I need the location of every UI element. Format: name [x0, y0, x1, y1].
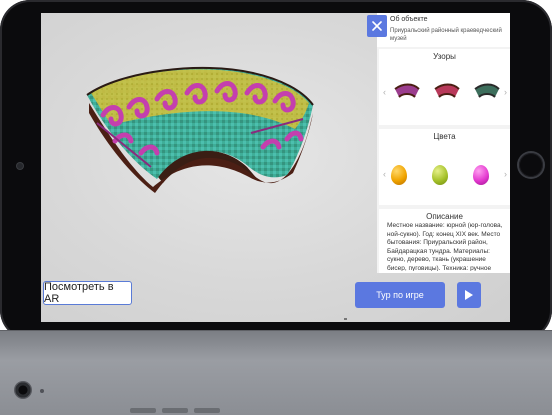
panel-header: Об объекте Приуральский районный краевед…	[377, 13, 510, 47]
chevron-right-icon[interactable]: ›	[504, 169, 507, 179]
side-button	[162, 408, 188, 413]
colors-title: Цвета	[433, 132, 456, 141]
museum-name: Приуральский районный краеведческий музе…	[390, 28, 502, 42]
chevron-left-icon[interactable]: ‹	[383, 169, 386, 179]
chevron-right-icon[interactable]: ›	[504, 87, 507, 97]
object-info-panel: Об объекте Приуральский районный краевед…	[367, 13, 510, 273]
view-in-ar-button[interactable]: Посмотреть в AR	[43, 281, 132, 305]
colors-section: Цвета ‹ ›	[379, 129, 510, 205]
about-object-title: Об объекте	[390, 16, 428, 23]
play-button[interactable]	[457, 282, 481, 308]
chevron-left-icon[interactable]: ‹	[383, 87, 386, 97]
model-viewer[interactable]: Посмотреть в AR	[41, 13, 377, 322]
description-title: Описание	[426, 212, 463, 221]
scroll-indicator	[344, 318, 347, 320]
game-tour-button[interactable]: Тур по игре	[355, 282, 445, 308]
magenta-egg-icon[interactable]	[473, 165, 489, 185]
orange-egg-icon[interactable]	[391, 165, 407, 185]
side-button	[194, 408, 220, 413]
rear-camera-icon	[14, 381, 32, 399]
rear-flash-icon	[40, 389, 44, 393]
play-icon	[465, 290, 473, 300]
app-screen: Посмотреть в AR Об объекте Приуральский …	[41, 13, 510, 322]
close-button[interactable]	[367, 15, 387, 37]
description-section: Описание Местное название: юрной (юр-гол…	[379, 209, 510, 273]
beaded-headdress-model[interactable]	[81, 63, 326, 203]
front-camera-icon	[17, 163, 23, 169]
side-button	[130, 408, 156, 413]
patterns-section: Узоры ‹ ›	[379, 49, 510, 125]
pattern-thumbnail[interactable]	[473, 83, 501, 101]
ipad-back-shell	[0, 330, 552, 415]
green-egg-icon[interactable]	[432, 165, 448, 185]
patterns-title: Узоры	[433, 52, 456, 61]
description-text: Местное название: юрной (юр-голова, ной-…	[387, 222, 503, 271]
close-icon	[372, 21, 382, 31]
home-button[interactable]	[519, 153, 543, 177]
pattern-thumbnail[interactable]	[393, 83, 421, 101]
pattern-thumbnail[interactable]	[433, 83, 461, 101]
